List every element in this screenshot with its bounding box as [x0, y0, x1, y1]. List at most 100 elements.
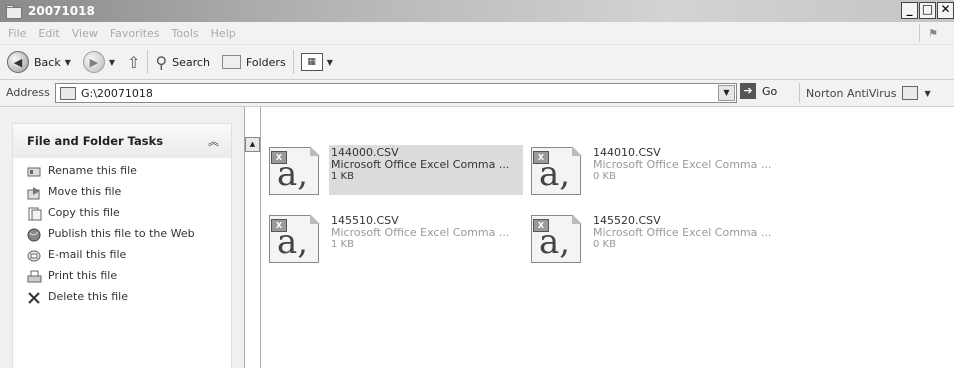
go-arrow-icon: ➔ [740, 83, 756, 99]
task-move-file[interactable]: Move this file [13, 185, 231, 200]
move-icon [27, 186, 42, 200]
folders-icon [221, 55, 241, 69]
chevron-down-icon[interactable]: ▼ [327, 58, 333, 67]
collapse-icon[interactable]: ︽ [208, 133, 219, 149]
file-item[interactable]: X a, 145510.CSV Microsoft Office Excel C… [261, 211, 511, 267]
explorer-window: 20071018 _ □ ✕ File Edit View Favorites … [0, 0, 954, 368]
search-button[interactable]: ⚲ Search [152, 49, 213, 75]
address-value: G:\20071018 [81, 86, 153, 100]
file-type: Microsoft Office Excel Comma ... [331, 227, 510, 239]
address-field[interactable]: G:\20071018 ▼ [55, 83, 737, 103]
views-button[interactable]: ▦ ▼ [298, 49, 336, 75]
task-label: Move this file [48, 185, 122, 198]
title-bar[interactable]: 20071018 _ □ ✕ [0, 0, 954, 22]
toolbar: ◀ Back ▼ ▶ ▼ ⇧ ⚲ Search Folders ▦ ▼ [0, 45, 954, 80]
norton-label: Norton AntiVirus [806, 86, 897, 100]
norton-antivirus-button[interactable]: Norton AntiVirus ▼ [799, 83, 931, 103]
task-label: Delete this file [48, 290, 128, 303]
task-copy-file[interactable]: Copy this file [13, 206, 231, 221]
task-label: Copy this file [48, 206, 120, 219]
folders-button[interactable]: Folders [219, 49, 289, 75]
file-type: Microsoft Office Excel Comma ... [593, 227, 772, 239]
file-size: 1 KB [331, 171, 354, 182]
file-list: X a, 144000.CSV Microsoft Office Excel C… [261, 107, 954, 368]
file-name: 144000.CSV [331, 146, 399, 159]
publish-web-icon [27, 228, 42, 242]
close-button[interactable]: ✕ [937, 2, 954, 19]
go-label: Go [762, 84, 778, 98]
folder-icon [60, 86, 76, 100]
forward-button[interactable]: ▶ ▼ [80, 49, 118, 75]
back-button[interactable]: ◀ Back ▼ [4, 49, 74, 75]
menu-help[interactable]: Help [205, 27, 242, 40]
file-folder-tasks-panel: File and Folder Tasks ︽ Rename this file… [12, 123, 232, 368]
copy-icon [27, 207, 42, 221]
file-name: 144010.CSV [593, 146, 661, 159]
file-name: 145510.CSV [331, 214, 399, 227]
address-label: Address [6, 86, 50, 99]
task-publish-web[interactable]: Publish this file to the Web [13, 227, 231, 242]
norton-icon [902, 86, 919, 100]
task-label: Publish this file to the Web [48, 227, 195, 240]
file-text: 145520.CSV Microsoft Office Excel Comma … [591, 213, 785, 263]
menu-favorites[interactable]: Favorites [104, 27, 166, 40]
up-arrow-icon: ⇧ [127, 52, 141, 72]
print-icon [27, 270, 42, 284]
chevron-down-icon[interactable]: ▼ [718, 85, 735, 101]
menu-tools[interactable]: Tools [166, 27, 205, 40]
back-arrow-icon: ◀ [7, 51, 29, 73]
csv-file-icon: X a, [269, 214, 320, 263]
go-button[interactable]: ➔ Go [740, 83, 777, 99]
file-item[interactable]: X a, 144010.CSV Microsoft Office Excel C… [523, 143, 773, 199]
task-delete-file[interactable]: Delete this file [13, 290, 231, 305]
file-type: Microsoft Office Excel Comma ... [593, 159, 772, 171]
toolbar-divider [147, 50, 149, 74]
back-label: Back [34, 55, 61, 69]
file-name: 145520.CSV [593, 214, 661, 227]
task-pane-scrollbar[interactable]: ▲ [244, 107, 261, 368]
menu-view[interactable]: View [66, 27, 104, 40]
maximize-button[interactable]: □ [919, 2, 936, 19]
forward-arrow-icon: ▶ [82, 51, 105, 73]
file-item[interactable]: X a, 144000.CSV Microsoft Office Excel C… [261, 143, 523, 199]
task-pane: File and Folder Tasks ︽ Rename this file… [0, 107, 244, 368]
minimize-button[interactable]: _ [901, 2, 918, 19]
task-label: E-mail this file [48, 248, 127, 261]
task-rename-file[interactable]: Rename this file [13, 164, 231, 179]
views-icon: ▦ [300, 53, 323, 71]
search-icon: ⚲ [155, 52, 168, 72]
menu-edit[interactable]: Edit [32, 27, 65, 40]
scroll-up-arrow-icon[interactable]: ▲ [245, 137, 260, 152]
file-item[interactable]: X a, 145520.CSV Microsoft Office Excel C… [523, 211, 773, 267]
folder-icon [6, 5, 22, 19]
chevron-down-icon[interactable]: ▼ [65, 58, 71, 67]
toolbar-divider [292, 50, 294, 74]
window-title: 20071018 [28, 4, 95, 18]
task-email-file[interactable]: E-mail this file [13, 248, 231, 263]
file-text: 144000.CSV Microsoft Office Excel Comma … [329, 145, 523, 195]
search-label: Search [172, 55, 210, 69]
rename-icon [27, 165, 42, 179]
file-type: Microsoft Office Excel Comma ... [331, 159, 510, 171]
file-size: 0 KB [593, 239, 616, 250]
up-folder-button[interactable]: ⇧ [124, 49, 143, 75]
delete-icon [27, 291, 42, 305]
chevron-down-icon[interactable]: ▼ [109, 58, 115, 67]
folders-label: Folders [245, 55, 286, 69]
task-print-file[interactable]: Print this file [13, 269, 231, 284]
task-panel-header[interactable]: File and Folder Tasks ︽ [13, 124, 231, 158]
email-icon [27, 249, 42, 263]
task-panel-title: File and Folder Tasks [27, 134, 164, 148]
file-size: 0 KB [593, 171, 616, 182]
file-size: 1 KB [331, 239, 354, 250]
chevron-down-icon[interactable]: ▼ [924, 89, 930, 98]
task-label: Print this file [48, 269, 118, 282]
file-text: 145510.CSV Microsoft Office Excel Comma … [329, 213, 523, 263]
address-bar: Address G:\20071018 ▼ ➔ Go Norton AntiVi… [0, 80, 954, 107]
menu-bar: File Edit View Favorites Tools Help ⚑ [0, 22, 954, 45]
windows-logo-icon: ⚑ [919, 24, 946, 42]
menu-file[interactable]: File [0, 27, 32, 40]
task-label: Rename this file [48, 164, 137, 177]
csv-file-icon: X a, [531, 146, 582, 195]
file-text: 144010.CSV Microsoft Office Excel Comma … [591, 145, 785, 195]
